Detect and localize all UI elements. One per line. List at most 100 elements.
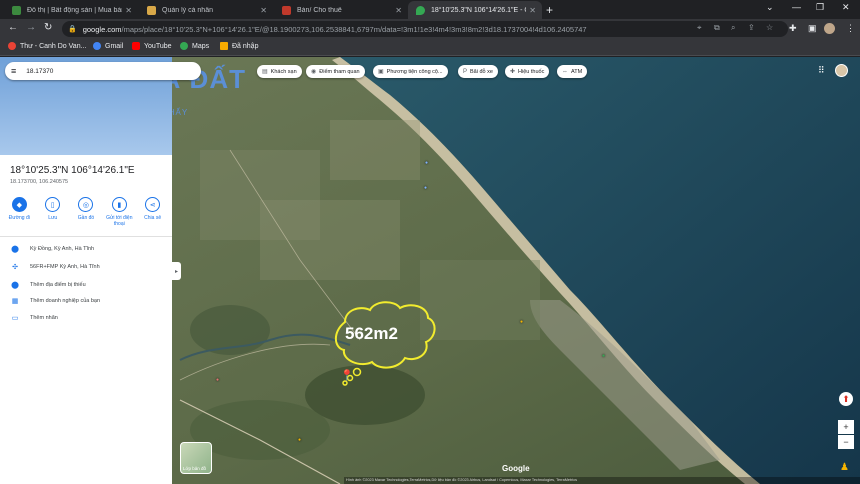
poi-pin-icon[interactable]: ● xyxy=(602,353,605,359)
lock-icon[interactable]: 🔒 xyxy=(68,25,77,33)
hotel-icon: ▤ xyxy=(262,69,268,75)
location-pin-icon[interactable]: 📍 xyxy=(340,369,354,382)
info-add-label[interactable]: ▭ Thêm nhãn xyxy=(10,314,58,322)
camera-icon: ◉ xyxy=(311,69,317,75)
label-icon: ▭ xyxy=(11,315,19,322)
chip-hotels[interactable]: ▤ Khách sạn xyxy=(257,65,302,78)
bookmark-label: Maps xyxy=(192,42,210,50)
zoom-out-button[interactable]: − xyxy=(838,435,854,449)
window-close-icon[interactable]: ✕ xyxy=(842,2,850,13)
url-text[interactable]: google.com/maps/place/18°10'25.3"N+106°1… xyxy=(83,25,587,34)
bookmark-label: Đã nhập xyxy=(232,42,259,50)
transit-icon: ▣ xyxy=(378,69,384,75)
directions-icon: ◆ xyxy=(11,197,27,212)
info-add-place[interactable]: ⬤ Thêm địa điểm bị thiếu xyxy=(10,281,86,289)
bookmark-icon: ▯ xyxy=(45,197,61,212)
tab-label: 18°10'25.3"N 106°14'26.1"E - Goo xyxy=(431,6,526,14)
menu-icon[interactable]: ≡ xyxy=(11,66,16,76)
maximize-icon[interactable]: ❐ xyxy=(816,2,824,13)
browser-toolbar: ← → ↻ 🔒 google.com/maps/place/18°10'25.3… xyxy=(0,19,860,39)
tab-label: Bán/ Cho thuê xyxy=(297,6,342,14)
pegman-icon[interactable]: ♟ xyxy=(840,462,849,473)
bookmark-label: YouTube xyxy=(144,42,172,50)
bookmark-label: Thư - Canh Do Van... xyxy=(20,42,87,50)
google-logo: Google xyxy=(502,464,530,473)
compass-icon[interactable]: ⬆ xyxy=(839,392,853,406)
close-icon[interactable]: ✕ xyxy=(125,6,132,15)
location-icon[interactable]: ⌖ xyxy=(697,23,702,33)
place-coordinates: 18.173700, 106.240575 xyxy=(10,179,69,185)
add-place-icon: ⬤ xyxy=(11,282,19,289)
browser-tab-active[interactable]: 18°10'25.3"N 106°14'26.1"E - Goo ✕ xyxy=(408,1,542,19)
bookmarks-bar: Thư - Canh Do Van... Gmail YouTube Maps … xyxy=(0,39,860,56)
chip-parking[interactable]: P Bãi đỗ xe xyxy=(458,65,498,78)
close-icon[interactable]: ✕ xyxy=(395,6,402,15)
poi-pin-icon[interactable]: ● xyxy=(520,319,523,325)
house-icon xyxy=(147,5,156,15)
tab-search-icon[interactable]: ⌄ xyxy=(766,2,774,13)
parking-icon: P xyxy=(463,68,468,75)
minimize-icon[interactable]: — xyxy=(792,2,801,12)
folder-icon xyxy=(220,42,228,50)
house-icon xyxy=(282,5,291,15)
chip-attractions[interactable]: ◉ Điểm tham quan xyxy=(306,65,365,78)
new-tab-button[interactable]: + xyxy=(546,3,553,17)
tab-label: Quản lý cá nhân xyxy=(162,6,213,14)
zoom-icon[interactable]: ⌕ xyxy=(731,23,735,33)
place-actions: ◆ Đường đi ▯ Lưu ◎ Gần đó ▮ Gửi tới điện… xyxy=(0,197,172,237)
zoom-in-button[interactable]: + xyxy=(838,420,854,434)
atm-icon: ⇔ xyxy=(562,68,568,75)
info-add-business[interactable]: ▦ Thêm doanh nghiệp của bạn xyxy=(10,297,100,305)
star-icon[interactable]: ☆ xyxy=(766,23,773,32)
reload-icon[interactable]: ↻ xyxy=(44,22,52,33)
bookmark-item[interactable]: Maps xyxy=(180,42,209,50)
browser-tab[interactable]: Quản lý cá nhân ✕ xyxy=(139,1,273,19)
info-address[interactable]: ⬤ Kỳ Đồng, Kỳ Anh, Hà Tĩnh xyxy=(10,245,94,253)
send-to-phone-button[interactable]: ▮ Gửi tới điện thoại xyxy=(105,197,133,236)
poi-pin-icon[interactable]: ● xyxy=(425,160,428,166)
bookmark-item[interactable]: Gmail xyxy=(93,42,123,50)
info-plus-code[interactable]: ✣ 56FR+FMP Kỳ Anh, Hà Tĩnh xyxy=(10,263,100,271)
gmail-icon xyxy=(8,42,16,50)
poi-pin-icon[interactable]: ● xyxy=(216,377,219,383)
forward-icon[interactable]: → xyxy=(26,22,36,33)
back-icon[interactable]: ← xyxy=(8,22,18,33)
bookmark-item[interactable]: Thư - Canh Do Van... xyxy=(8,42,86,50)
maps-search-box[interactable]: ≡ 18.17370 xyxy=(5,62,201,80)
bookmark-label: Gmail xyxy=(105,42,124,50)
bookmark-item[interactable]: YouTube xyxy=(132,42,172,50)
browser-tab[interactable]: Đô thị | Bất động sản | Mua bán n ✕ xyxy=(4,1,138,19)
plus-code-icon: ✣ xyxy=(12,264,18,271)
layers-button[interactable]: Lớp bản đồ xyxy=(180,442,212,474)
collapse-panel-button[interactable]: ▸ xyxy=(172,262,181,280)
google-apps-icon[interactable]: ⠿ xyxy=(818,65,825,76)
poi-pin-icon[interactable]: ● xyxy=(298,437,301,443)
share-icon[interactable]: ⇪ xyxy=(748,23,755,32)
google-icon xyxy=(93,42,101,50)
extensions-icon[interactable]: ✚ xyxy=(789,23,797,34)
pharmacy-icon: ✚ xyxy=(510,69,516,75)
poi-pin-icon[interactable]: ● xyxy=(424,185,427,191)
share-button[interactable]: ⋖ Chia sẻ xyxy=(139,197,167,236)
tab-label: Đô thị | Bất động sản | Mua bán n xyxy=(27,6,122,14)
directions-button[interactable]: ◆ Đường đi xyxy=(5,197,33,236)
chip-pharmacy[interactable]: ✚ Hiệu thuốc xyxy=(505,65,550,78)
save-button[interactable]: ▯ Lưu xyxy=(39,197,67,236)
place-title: 18°10'25.3"N 106°14'26.1"E xyxy=(10,165,135,176)
chip-transit[interactable]: ▣ Phương tiện công cộ... xyxy=(373,65,448,78)
bookmark-item[interactable]: Đã nhập xyxy=(220,42,258,50)
search-input[interactable]: 18.17370 xyxy=(26,68,53,75)
nearby-button[interactable]: ◎ Gần đó xyxy=(72,197,100,236)
browser-tab[interactable]: Bán/ Cho thuê ✕ xyxy=(274,1,408,19)
close-icon[interactable]: ✕ xyxy=(529,6,536,15)
chip-atm[interactable]: ⇔ ATM xyxy=(557,65,588,78)
location-pin-icon: ⬤ xyxy=(11,246,19,253)
close-icon[interactable]: ✕ xyxy=(260,6,267,15)
address-bar[interactable]: 🔒 google.com/maps/place/18°10'25.3"N+106… xyxy=(62,21,788,37)
open-app-icon[interactable]: ⧉ xyxy=(714,23,720,33)
more-icon[interactable]: ⋮ xyxy=(846,23,855,34)
side-panel-icon[interactable]: ▣ xyxy=(808,23,817,34)
account-avatar[interactable] xyxy=(835,64,848,77)
place-side-panel: 18°10'25.3"N 106°14'26.1"E 18.173700, 10… xyxy=(0,57,172,484)
profile-avatar[interactable] xyxy=(824,23,835,34)
